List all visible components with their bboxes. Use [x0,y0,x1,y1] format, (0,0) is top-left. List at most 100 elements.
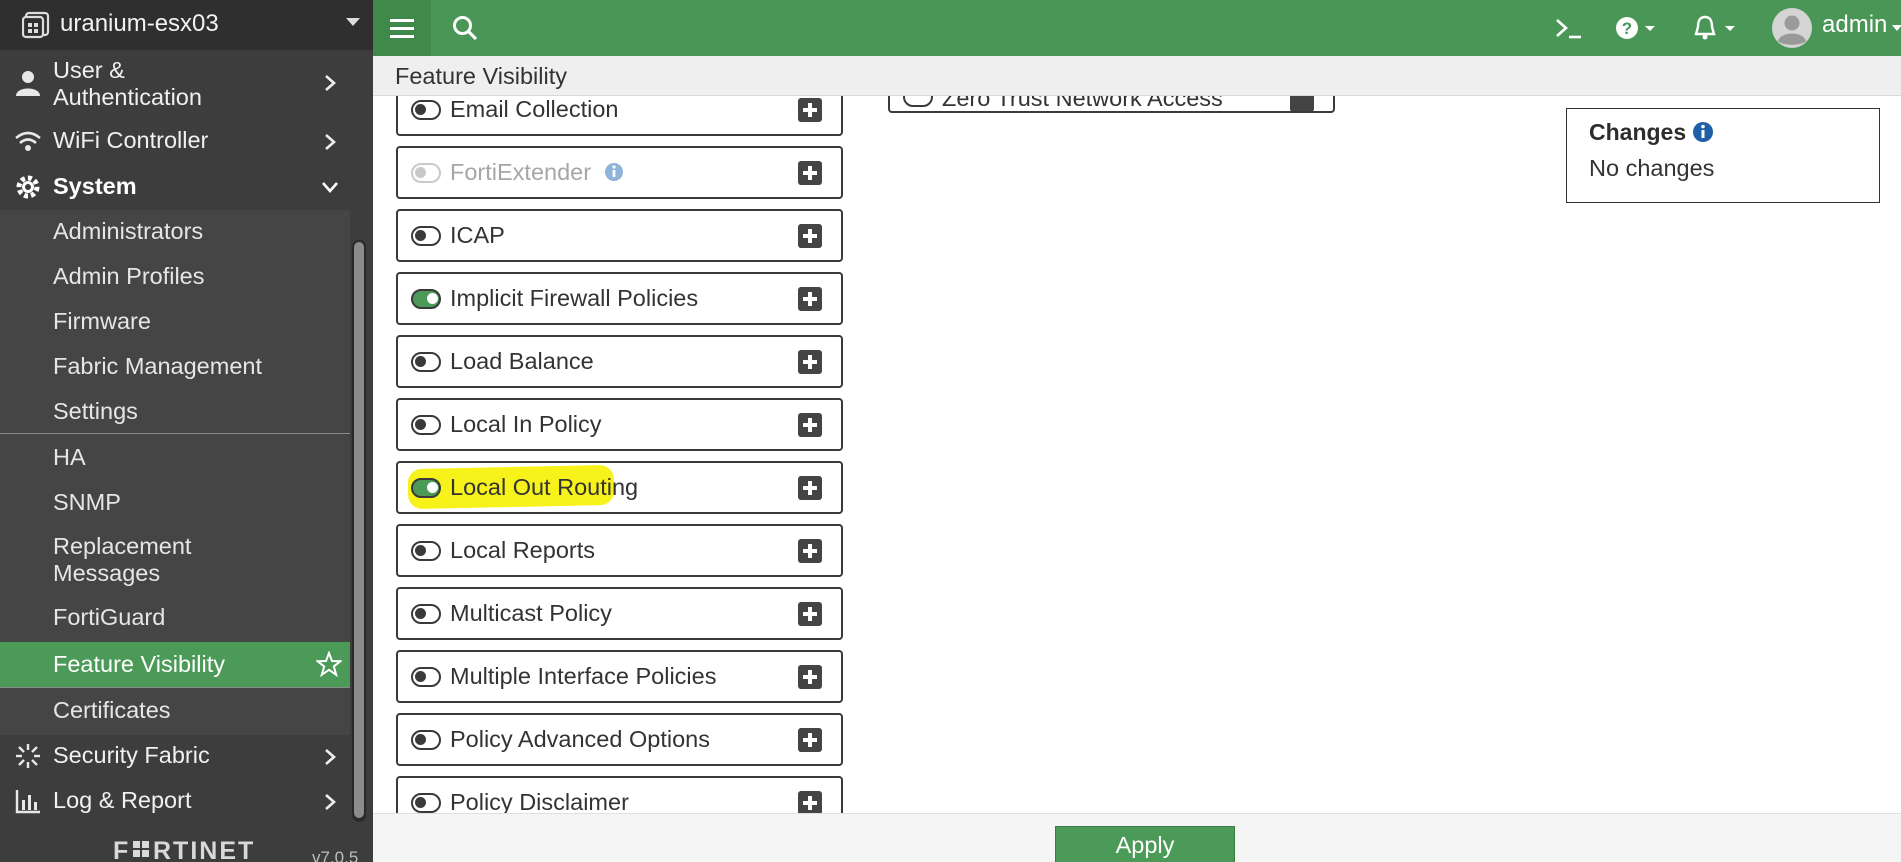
sidebar-item-administrators[interactable]: Administrators [0,218,350,248]
apply-button[interactable]: Apply [1055,826,1235,862]
bar-chart-icon [15,790,40,814]
expand-plus-icon[interactable] [798,791,822,813]
svg-text:?: ? [1622,19,1632,38]
expand-plus-icon[interactable] [798,665,822,689]
feature-card: Local Out Routing [396,461,843,514]
sidebar-item-replacement-messages[interactable]: Replacement Messages [0,533,350,591]
sidebar-item-snmp[interactable]: SNMP [0,489,350,519]
expand-plus-icon[interactable] [798,476,822,500]
feature-card: Local Reports [396,524,843,577]
sidebar-item-fabric-management[interactable]: Fabric Management [0,353,350,383]
chevron-right-icon [325,75,336,91]
toggle-switch[interactable] [411,352,441,372]
expand-plus-icon[interactable] [798,224,822,248]
toggle-switch[interactable] [411,667,441,687]
fortinet-logo-mark: F RTINET [113,837,253,862]
expand-plus-icon[interactable] [798,413,822,437]
page-title-bar: Feature Visibility [373,56,1901,96]
search-button[interactable] [445,8,485,48]
sidebar-scrollbar-thumb[interactable] [354,242,364,818]
sidebar-item-label: Settings [53,398,138,424]
sidebar: uranium-esx03 User & Authentication WiFi… [0,0,373,862]
help-menu-button[interactable]: ? [1613,8,1661,48]
chevron-right-icon [325,794,336,810]
sidebar-item-label: HA [53,444,86,470]
feature-visibility-content: Zero Trust Network Access Changes No cha… [373,96,1901,813]
expand-plus-icon[interactable] [798,98,822,122]
help-icon: ? [1616,17,1655,39]
toggle-knob [415,797,426,808]
sidebar-item-label: Admin Profiles [53,263,205,289]
sidebar-item-label: Authentication [53,84,202,110]
feature-name: Local Out Routing [450,474,639,500]
menu-toggle-button[interactable] [373,0,431,56]
feature-card: ICAP [396,209,843,262]
sidebar-item-security-fabric[interactable]: Security Fabric [0,742,350,772]
info-icon[interactable] [604,162,624,182]
caret-down-icon [1892,25,1901,31]
expand-plus-icon[interactable] [798,350,822,374]
toggle-switch[interactable] [411,226,441,246]
divider [0,687,350,688]
version-label: v7.0.5 [312,848,359,862]
sidebar-item-admin-profiles[interactable]: Admin Profiles [0,263,350,293]
toggle-switch[interactable] [411,478,441,498]
security-fabric-icon [16,744,40,768]
toggle-switch[interactable] [411,793,441,813]
feature-name: Policy Disclaimer [450,789,629,813]
toggle-switch[interactable] [411,730,441,750]
feature-name: FortiExtender [450,159,592,185]
svg-text:F: F [113,838,130,862]
sidebar-item-user-authentication[interactable]: User & Authentication [0,55,350,113]
sidebar-item-label: WiFi Controller [53,127,209,153]
toggle-switch[interactable] [411,541,441,561]
sidebar-item-system[interactable]: System [0,164,350,210]
expand-plus-icon[interactable] [1290,96,1314,111]
caret-down-icon [346,18,360,26]
device-selector[interactable]: uranium-esx03 [0,0,373,50]
feature-card: Multicast Policy [396,587,843,640]
toggle-knob [427,293,438,304]
expand-plus-icon[interactable] [798,287,822,311]
top-bar: ? admin [373,0,1901,56]
expand-plus-icon[interactable] [798,602,822,626]
feature-name: Local In Policy [450,411,602,437]
expand-plus-icon[interactable] [798,539,822,563]
feature-card: Policy Disclaimer [396,776,843,813]
sidebar-item-certificates[interactable]: Certificates [0,697,350,727]
feature-card: Multiple Interface Policies [396,650,843,703]
search-icon [453,16,478,41]
sidebar-item-log-report[interactable]: Log & Report [0,787,350,817]
toggle-knob [415,356,426,367]
sidebar-item-settings[interactable]: Settings [0,398,350,428]
feature-name: Implicit Firewall Policies [450,285,699,311]
avatar-icon [1772,8,1812,48]
notifications-button[interactable] [1691,8,1741,48]
cli-console-button[interactable] [1551,8,1587,48]
terminal-icon [1556,19,1581,39]
sidebar-item-feature-visibility[interactable]: Feature Visibility [0,642,350,687]
sidebar-item-label: User & [53,57,125,83]
expand-plus-icon[interactable] [798,161,822,185]
expand-plus-icon[interactable] [798,728,822,752]
star-icon[interactable] [316,651,342,677]
toggle-switch[interactable] [411,604,441,624]
chevron-right-icon [325,134,336,150]
sidebar-item-wifi-controller[interactable]: WiFi Controller [0,127,350,157]
sidebar-item-firmware[interactable]: Firmware [0,308,350,338]
chevron-right-icon [325,749,336,765]
sidebar-item-fortiguard[interactable]: FortiGuard [0,604,350,634]
username-label: admin [1822,11,1888,38]
feature-name: Email Collection [450,96,619,122]
toggle-switch[interactable] [411,415,441,435]
toggle-switch[interactable] [903,96,933,107]
sidebar-item-ha[interactable]: HA [0,444,350,474]
toggle-knob [415,734,426,745]
toggle-switch[interactable] [411,289,441,309]
feature-card: FortiExtender [396,146,843,199]
sidebar-item-label: Feature Visibility [53,651,225,677]
info-icon[interactable] [1692,121,1714,143]
toggle-switch[interactable] [411,100,441,120]
sidebar-item-label: Security Fabric [53,742,210,768]
sidebar-item-label: Log & Report [53,787,192,813]
